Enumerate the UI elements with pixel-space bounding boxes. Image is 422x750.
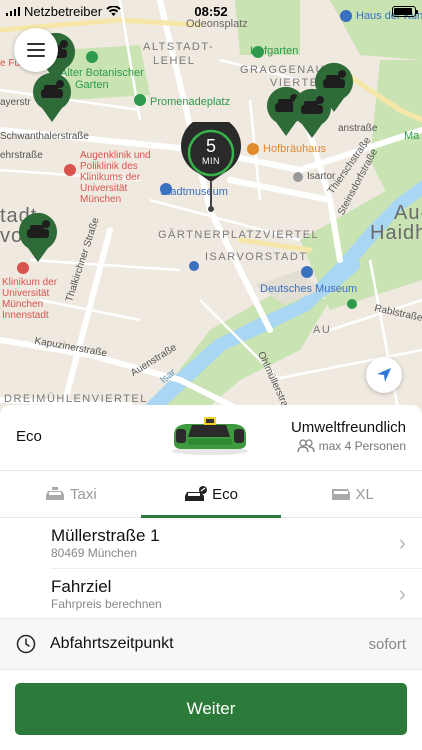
departure-label: Abfahrtszeitpunkt — [50, 635, 174, 652]
tab-taxi[interactable]: Taxi — [0, 471, 141, 517]
destination-title: Fahrziel — [51, 576, 112, 596]
van-icon — [331, 489, 350, 500]
continue-button[interactable]: Weiter — [15, 683, 407, 735]
map-label-promenadeplatz: Promenadeplatz — [150, 96, 231, 108]
map-label-ma: Ma — [404, 130, 420, 142]
map-label-au-haidh-2: Haidh — [370, 222, 422, 244]
menu-button[interactable] — [14, 28, 58, 72]
map-label-zweibruecken: anstraße — [338, 123, 378, 134]
status-time: 08:52 — [194, 3, 228, 19]
vehicle-tabs: Taxi Eco XL — [0, 470, 422, 518]
wifi-icon — [106, 5, 121, 16]
map-label-augenklinik: Augenklinik und Poliklinik des Klinikums… — [80, 150, 151, 205]
vehicle-capacity: max 4 Personen — [291, 439, 406, 453]
chevron-right-icon: › — [398, 530, 406, 555]
departure-row[interactable]: Abfahrtszeitpunkt sofort — [0, 618, 422, 670]
signal-icon — [6, 7, 20, 16]
passengers-icon — [297, 439, 315, 453]
vehicle-info: Umweltfreundlich max 4 Personen — [291, 419, 406, 453]
map-label-deutsches-museum: Deutsches Museum — [260, 283, 358, 295]
tab-xl[interactable]: XL — [281, 471, 422, 517]
eco-car-icon — [185, 486, 208, 501]
vehicle-summary: Eco Umweltfreundlich max 4 Personen — [0, 405, 422, 467]
carrier-name: Netzbetreiber — [24, 3, 103, 19]
map-label-klinikum: Klinikum der Universität München Innenst… — [2, 277, 58, 321]
map-label-lehel: LEHEL — [153, 55, 196, 67]
map-label-garten: Garten — [75, 79, 109, 91]
car-pin[interactable] — [290, 88, 334, 140]
battery-icon — [392, 5, 418, 17]
map-label-gaertnerplatz: GÄRTNERPLATZVIERTEL — [158, 229, 320, 241]
map-label-altstadt: ALTSTADT- — [143, 41, 215, 53]
map-label-hofbraeuhaus: Hofbräuhaus — [263, 143, 326, 155]
pickup-text: Müllerstraße 1 80469 München — [51, 526, 399, 560]
vehicle-tagline: Umweltfreundlich — [290, 419, 406, 436]
locate-me-button[interactable] — [366, 357, 402, 393]
map-label-schwanthaler: Schwanthalerstraße — [0, 131, 89, 142]
pickup-row[interactable]: Müllerstraße 1 80469 München › — [0, 518, 422, 568]
capacity-label: max 4 Personen — [318, 439, 406, 453]
tab-xl-label: XL — [355, 485, 374, 503]
clock-icon — [16, 634, 36, 654]
status-left: Netzbetreiber — [6, 4, 121, 19]
map-label-au: AU — [313, 324, 332, 336]
destination-hint: Fahrpreis berechnen — [51, 596, 162, 611]
map-view[interactable]: Odeonsplatz Haus der Kunst ALTSTADT- LEH… — [0, 0, 422, 420]
tab-eco[interactable]: Eco — [140, 471, 282, 518]
status-bar: Netzbetreiber 08:52 — [0, 0, 422, 22]
menu-icon-line — [27, 49, 45, 51]
location-arrow-icon — [377, 368, 391, 382]
map-label-ayerstr: ayerstr — [0, 97, 31, 108]
tab-taxi-label: Taxi — [69, 485, 97, 503]
eco-car-image — [172, 417, 248, 455]
status-right — [392, 5, 418, 17]
eta-unit: MIN — [202, 156, 220, 166]
eta-value: 5 — [205, 136, 216, 156]
route-section: Müllerstraße 1 80469 München › Fahrziel … — [0, 518, 422, 618]
menu-icon-line — [27, 55, 45, 57]
taxi-icon — [45, 487, 64, 500]
tab-eco-label: Eco — [212, 485, 238, 503]
map-label-ehrstrasse: ehrstraße — [0, 150, 43, 161]
eta-text: 5 MIN — [180, 136, 242, 166]
chevron-right-icon: › — [398, 580, 406, 606]
pickup-city: 80469 München — [51, 546, 138, 560]
menu-icon-line — [27, 43, 45, 45]
destination-row[interactable]: Fahrziel Fahrpreis berechnen › — [51, 568, 422, 618]
car-pin[interactable] — [16, 212, 60, 264]
departure-value: sofort — [368, 635, 406, 653]
map-label-isarvorstadt: ISARVORSTADT — [205, 251, 308, 263]
map-label-hofgarten: Hofgarten — [250, 45, 299, 57]
pickup-eta-pin[interactable]: 5 MIN — [180, 115, 242, 214]
car-pin[interactable] — [30, 72, 74, 124]
map-label-dreimuehlen: DREIMÜHLENVIERTEL — [4, 393, 148, 405]
pickup-address: Müllerstraße 1 — [51, 526, 160, 545]
vehicle-class-name: Eco — [16, 427, 42, 445]
destination-text: Fahrziel Fahrpreis berechnen — [51, 577, 399, 611]
